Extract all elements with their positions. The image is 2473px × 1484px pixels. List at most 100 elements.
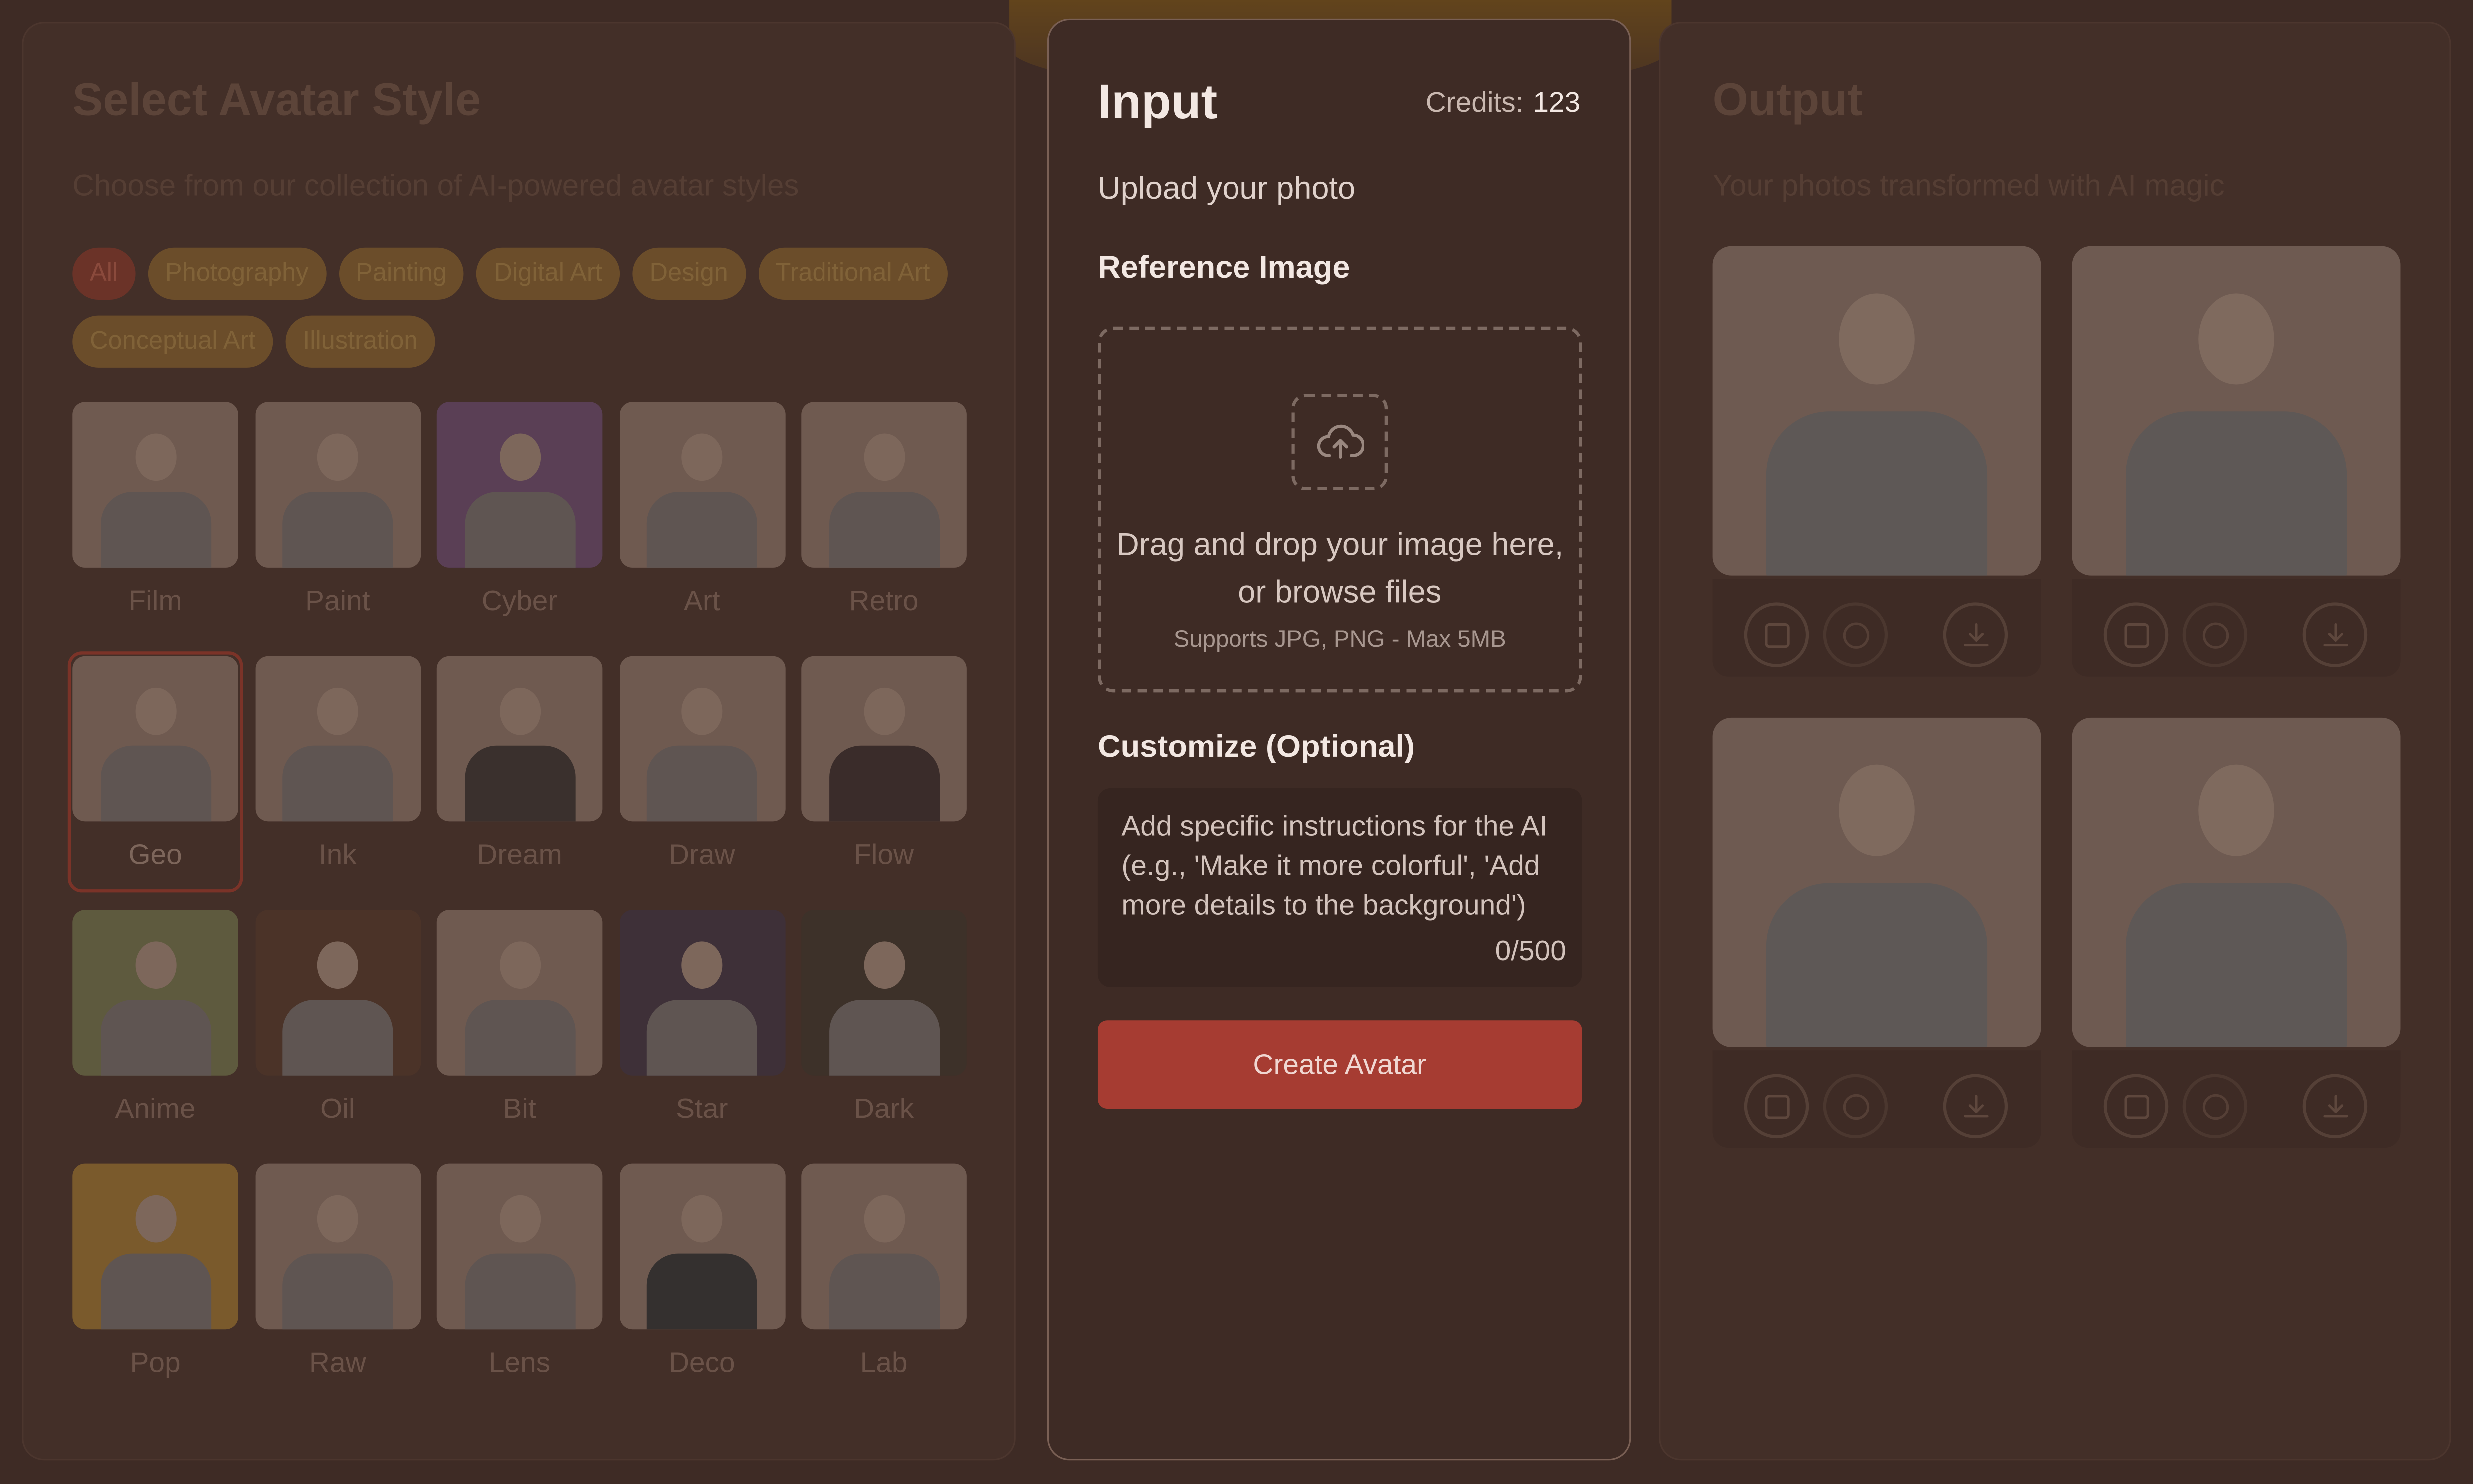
circle-icon[interactable]	[2182, 602, 2248, 667]
style-thumbnail	[72, 1163, 238, 1330]
style-card-art[interactable]: Art	[619, 402, 785, 617]
circle-icon[interactable]	[2182, 1074, 2248, 1139]
output-image[interactable]	[1712, 717, 2041, 1047]
square-icon[interactable]	[1744, 602, 1809, 667]
style-card-lens[interactable]: Lens	[436, 1163, 603, 1378]
style-thumbnail	[619, 402, 785, 568]
style-label: Cyber	[481, 585, 558, 617]
category-chip-traditional-art[interactable]: Traditional Art	[758, 247, 948, 300]
category-chip-conceptual-art[interactable]: Conceptual Art	[72, 315, 273, 368]
output-actions	[2072, 1050, 2401, 1148]
download-icon[interactable]	[2302, 602, 2368, 667]
style-grid: Film Paint Cyber Art Retro Geo Ink Dream…	[67, 402, 967, 1378]
style-label: Draw	[668, 839, 735, 871]
style-thumbnail	[801, 1163, 967, 1330]
style-card-retro[interactable]: Retro	[801, 402, 967, 617]
style-card-raw[interactable]: Raw	[255, 1163, 420, 1378]
style-card-draw[interactable]: Draw	[619, 656, 785, 870]
style-card-anime[interactable]: Anime	[72, 910, 238, 1124]
category-chip-all[interactable]: All	[72, 247, 135, 300]
style-card-geo[interactable]: Geo	[67, 651, 243, 893]
category-chip-painting[interactable]: Painting	[338, 247, 464, 300]
square-icon[interactable]	[2103, 1074, 2169, 1139]
customize-placeholder: Add specific instructions for the AI (e.…	[1121, 810, 1548, 921]
output-image[interactable]	[2072, 246, 2401, 576]
style-card-dark[interactable]: Dark	[801, 910, 967, 1124]
style-label: Paint	[305, 585, 370, 617]
create-avatar-button[interactable]: Create Avatar	[1097, 1020, 1582, 1109]
style-label: Anime	[115, 1093, 196, 1124]
style-label: Retro	[849, 585, 919, 617]
style-label: Oil	[320, 1093, 355, 1124]
category-chip-design[interactable]: Design	[632, 247, 746, 300]
style-thumbnail	[801, 656, 967, 822]
reference-image-label: Reference Image	[1097, 251, 1350, 286]
dropzone-hint: Supports JPG, PNG - Max 5MB	[1173, 626, 1506, 653]
style-card-dream[interactable]: Dream	[436, 656, 603, 870]
customize-label: Customize (Optional)	[1097, 730, 1415, 765]
style-label: Film	[128, 585, 182, 617]
style-card-pop[interactable]: Pop	[72, 1163, 238, 1378]
download-icon[interactable]	[1943, 602, 2008, 667]
style-label: Deco	[668, 1346, 735, 1379]
input-panel-title: Input	[1097, 74, 1218, 129]
output-card	[2072, 717, 2401, 1148]
output-card	[2072, 246, 2401, 677]
style-thumbnail	[255, 910, 420, 1076]
output-card	[1712, 246, 2041, 677]
style-card-lab[interactable]: Lab	[801, 1163, 967, 1378]
style-card-oil[interactable]: Oil	[255, 910, 420, 1124]
circle-icon[interactable]	[1823, 602, 1888, 667]
category-chip-illustration[interactable]: Illustration	[285, 315, 435, 368]
output-panel: Output Your photos transformed with AI m…	[1659, 22, 2451, 1461]
output-card	[1712, 717, 2041, 1148]
app-root: Select Avatar Style Choose from our coll…	[0, 0, 2473, 1484]
credits-display: Credits: 123	[1426, 87, 1581, 120]
image-dropzone[interactable]: Drag and drop your image here, or browse…	[1097, 326, 1582, 693]
download-icon[interactable]	[2302, 1074, 2368, 1139]
square-icon[interactable]	[2103, 602, 2169, 667]
credits-value: 123	[1533, 86, 1581, 118]
style-card-film[interactable]: Film	[72, 402, 238, 617]
style-thumbnail	[436, 910, 603, 1076]
style-thumbnail	[255, 1163, 420, 1330]
upload-cloud-icon	[1291, 394, 1388, 491]
style-label: Raw	[309, 1346, 366, 1379]
style-label: Lens	[488, 1346, 551, 1379]
output-actions	[1712, 578, 2041, 677]
output-image[interactable]	[1712, 246, 2041, 576]
style-label: Dream	[477, 839, 562, 871]
dropzone-text: Drag and drop your image here, or browse…	[1116, 528, 1564, 611]
output-image[interactable]	[2072, 717, 2401, 1047]
style-card-star[interactable]: Star	[619, 910, 785, 1124]
category-chip-digital-art[interactable]: Digital Art	[476, 247, 620, 300]
category-filter: All Photography Painting Digital Art Des…	[72, 247, 955, 368]
output-actions	[2072, 578, 2401, 677]
style-thumbnail	[436, 402, 603, 568]
style-thumbnail	[619, 656, 785, 822]
style-thumbnail	[619, 910, 785, 1076]
style-thumbnail	[72, 402, 238, 568]
style-card-deco[interactable]: Deco	[619, 1163, 785, 1378]
download-icon[interactable]	[1943, 1074, 2008, 1139]
square-icon[interactable]	[1744, 1074, 1809, 1139]
style-label: Geo	[128, 839, 182, 871]
style-card-cyber[interactable]: Cyber	[436, 402, 603, 617]
style-panel-subtitle: Choose from our collection of AI-powered…	[72, 170, 799, 204]
style-thumbnail	[255, 656, 420, 822]
style-thumbnail	[801, 402, 967, 568]
style-label: Art	[683, 585, 720, 617]
style-card-flow[interactable]: Flow	[801, 656, 967, 870]
circle-icon[interactable]	[1823, 1074, 1888, 1139]
category-chip-photography[interactable]: Photography	[148, 247, 326, 300]
style-card-bit[interactable]: Bit	[436, 910, 603, 1124]
style-label: Ink	[318, 839, 357, 871]
output-actions	[1712, 1050, 2041, 1148]
style-label: Lab	[860, 1346, 908, 1379]
style-thumbnail	[255, 402, 420, 568]
style-label: Bit	[503, 1093, 536, 1124]
style-card-paint[interactable]: Paint	[255, 402, 420, 617]
customize-textarea[interactable]: Add specific instructions for the AI (e.…	[1097, 788, 1582, 987]
style-label: Pop	[130, 1346, 181, 1379]
style-card-ink[interactable]: Ink	[255, 656, 420, 870]
